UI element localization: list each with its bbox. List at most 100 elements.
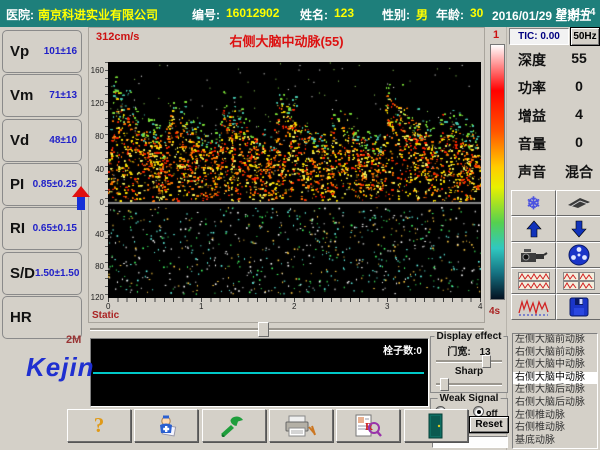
setting-value: 4 <box>560 106 598 122</box>
param-cell-sd[interactable]: S/D1.50±1.50 <box>2 252 82 295</box>
setting-label: 功率 <box>518 78 546 98</box>
page-button[interactable] <box>556 190 600 216</box>
intensity-colorbar <box>490 44 505 300</box>
artery-list-item[interactable]: 左侧大脑中动脉 <box>513 359 597 372</box>
param-label: S/D <box>10 265 35 282</box>
baseline-arrow-stem[interactable] <box>77 197 85 210</box>
y-axis-tick-label: 120 <box>80 293 104 302</box>
printer-icon <box>284 414 318 438</box>
arrow-down-icon <box>571 220 587 238</box>
display-effect-group: Display effect 门宽: 13 Sharp <box>430 336 508 393</box>
artery-list-item[interactable]: 右侧椎动脉 <box>513 422 597 435</box>
param-label: Vd <box>10 132 29 149</box>
artery-list-item[interactable]: 左侧大脑前动脉 <box>513 334 597 347</box>
report-icon: R <box>354 413 382 439</box>
setting-label: 深度 <box>518 50 546 70</box>
time-text: 23:11:54 <box>556 7 595 18</box>
emboli-count: 栓子数:0 <box>383 342 422 357</box>
exit-door-icon <box>427 413 445 439</box>
param-label: RI <box>10 220 25 237</box>
gate-width-row: 门宽: 13 <box>431 343 507 358</box>
emboli-trace-line <box>93 372 424 374</box>
artery-list-item[interactable]: 左侧大脑后动脉 <box>513 384 597 397</box>
time-span-label: 4s <box>489 306 500 317</box>
x-axis-tick-label: 2 <box>292 302 296 311</box>
y-axis-tick-label: 120 <box>80 99 104 108</box>
record-button[interactable] <box>556 242 600 268</box>
wrench-icon <box>217 415 251 437</box>
param-value: 71±13 <box>49 90 77 101</box>
scroll-slider-track <box>90 328 484 331</box>
help-icon: ? <box>94 415 105 436</box>
gender-value: 男 <box>416 6 428 23</box>
param-label: HR <box>10 309 32 326</box>
gate-width-label: 门宽: <box>447 347 470 358</box>
param-label: PI <box>10 176 24 193</box>
page-flip-icon <box>565 195 593 211</box>
freeze-button[interactable]: ❄ <box>511 190 556 216</box>
header-bar: 医院: 南京科进实业有限公司 编号: 16012902 姓名: 123 性别: … <box>0 0 600 27</box>
quad-display-button[interactable] <box>556 268 600 294</box>
x-axis-tick-label: 1 <box>199 302 203 311</box>
setting-value: 0 <box>560 78 598 94</box>
frequency-button[interactable]: 50Hz <box>570 27 600 46</box>
y-axis-tick-label: 160 <box>80 66 104 75</box>
param-cell-vd[interactable]: Vd48±10 <box>2 119 82 162</box>
param-cell-vm[interactable]: Vm71±13 <box>2 74 82 117</box>
dual-display-button[interactable] <box>511 268 556 294</box>
setup-button[interactable] <box>202 409 266 442</box>
reset-button[interactable]: Reset <box>469 416 509 433</box>
colorbar-top-label: 1 <box>493 29 499 41</box>
envelope-button[interactable] <box>511 294 556 320</box>
sharp-slider-thumb[interactable] <box>440 378 449 391</box>
param-value: 0.65±0.15 <box>33 223 77 234</box>
setting-label: 音量 <box>518 134 546 154</box>
hospital-label: 医院: <box>6 6 34 23</box>
artery-list-item[interactable]: 右侧大脑前动脉 <box>513 347 597 360</box>
waveform-icon <box>518 297 550 317</box>
vessel-title: 右侧大脑中动脉(55) <box>88 31 485 50</box>
scroll-slider[interactable] <box>90 328 484 331</box>
artery-list-item[interactable]: 右侧大脑中动脉 <box>513 372 597 385</box>
artery-list-item[interactable]: 右侧大脑后动脉 <box>513 397 597 410</box>
setting-value: 55 <box>560 50 598 66</box>
report-button[interactable]: R <box>336 409 400 442</box>
hospital-value: 南京科进实业有限公司 <box>38 6 158 23</box>
sharp-slider[interactable] <box>436 383 502 386</box>
patient-id-label: 编号: <box>192 6 220 23</box>
param-value: 0.85±0.25 <box>33 179 77 190</box>
artery-list-item[interactable]: 左侧椎动脉 <box>513 410 597 423</box>
param-value: 101±16 <box>44 46 77 57</box>
scroll-slider-thumb[interactable] <box>258 322 269 337</box>
save-button[interactable] <box>556 294 600 320</box>
artery-list-item[interactable]: 基底动脉 <box>513 435 597 448</box>
patient-record-icon <box>153 413 179 439</box>
arrow-up-icon <box>526 220 542 238</box>
baseline-down-button[interactable] <box>556 216 600 242</box>
tic-indicator: TIC: 0.00 <box>509 28 569 45</box>
y-axis-tick-label: 40 <box>80 165 104 174</box>
baseline-up-button[interactable] <box>511 216 556 242</box>
param-cell-vp[interactable]: Vp101±16 <box>2 30 82 73</box>
print-button[interactable] <box>269 409 333 442</box>
emboli-panel: 栓子数:0 <box>90 338 429 407</box>
help-button[interactable]: ? <box>67 409 131 442</box>
patient-name-label: 姓名: <box>300 6 328 23</box>
param-cell-ri[interactable]: RI 0.65±0.15 <box>2 207 82 250</box>
patient-id-value: 16012902 <box>226 6 279 20</box>
acquisition-status: Static <box>92 310 119 321</box>
exit-button[interactable] <box>404 409 468 442</box>
gender-label: 性别: <box>382 6 410 23</box>
x-axis-tick-label: 3 <box>385 302 389 311</box>
save-disk-icon <box>569 297 589 317</box>
gate-width-slider[interactable] <box>436 360 502 363</box>
param-cell-hr[interactable]: HR <box>2 296 82 339</box>
baseline-arrow-icon[interactable] <box>72 186 90 197</box>
patient-record-button[interactable] <box>134 409 198 442</box>
param-cell-pi[interactable]: PI 0.85±0.25 <box>2 163 82 206</box>
camera-button[interactable] <box>511 242 556 268</box>
y-axis-tick-label: 80 <box>80 262 104 271</box>
artery-list: 左侧大脑前动脉右侧大脑前动脉左侧大脑中动脉右侧大脑中动脉左侧大脑后动脉右侧大脑后… <box>512 333 598 449</box>
emboli-channel-label: 2M <box>66 334 81 346</box>
y-axis-tick-label: 40 <box>80 230 104 239</box>
